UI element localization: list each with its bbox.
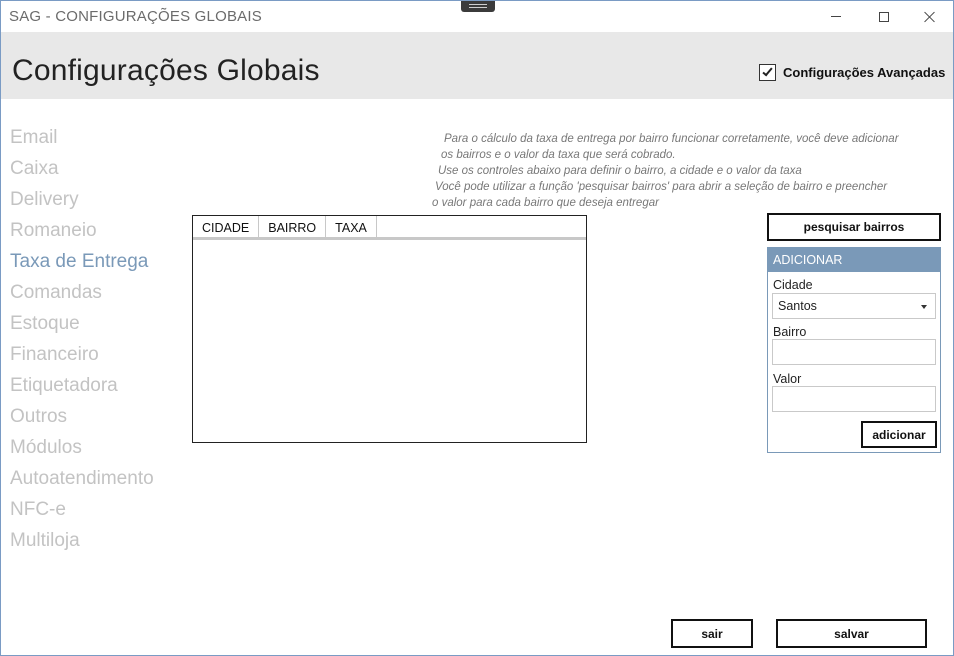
sidebar-item-multiloja[interactable]: Multiloja	[10, 528, 180, 559]
app-window: SAG - CONFIGURAÇÕES GLOBAIS Configuraçõe…	[0, 0, 954, 656]
table-header: CIDADE BAIRRO TAXA	[193, 216, 586, 240]
maximize-icon	[879, 11, 889, 22]
save-button[interactable]: salvar	[776, 619, 927, 648]
sidebar-nav: Email Caixa Delivery Romaneio Taxa de En…	[10, 125, 180, 559]
advanced-settings-label: Configurações Avançadas	[783, 65, 946, 80]
neighborhood-label: Bairro	[773, 325, 807, 339]
help-text: Para o cálculo da taxa de entrega por ba…	[431, 131, 931, 211]
check-icon	[762, 65, 773, 77]
sidebar-item-financeiro[interactable]: Financeiro	[10, 342, 180, 373]
maximize-button[interactable]	[861, 1, 907, 32]
value-label: Valor	[773, 372, 802, 386]
search-neighborhoods-button[interactable]: pesquisar bairros	[767, 213, 941, 241]
exit-button[interactable]: sair	[671, 619, 753, 648]
help-text-line: o valor para cada bairro que deseja entr…	[432, 197, 659, 209]
column-header-cidade[interactable]: CIDADE	[193, 216, 260, 237]
close-button[interactable]	[907, 1, 953, 32]
sidebar-item-outros[interactable]: Outros	[10, 404, 180, 435]
delivery-fee-table[interactable]: CIDADE BAIRRO TAXA	[192, 215, 587, 443]
help-text-line: Use os controles abaixo para definir o b…	[438, 165, 802, 177]
sidebar-item-email[interactable]: Email	[10, 125, 180, 156]
page-header: Configurações Globais Configurações Avan…	[1, 32, 953, 99]
help-text-line: Para o cálculo da taxa de entrega por ba…	[444, 133, 899, 145]
sidebar-item-caixa[interactable]: Caixa	[10, 156, 180, 187]
drag-handle-icon[interactable]	[461, 1, 495, 12]
sidebar-item-nfc-e[interactable]: NFC-e	[10, 497, 180, 528]
minimize-icon	[831, 16, 841, 17]
sidebar-item-delivery[interactable]: Delivery	[10, 187, 180, 218]
minimize-button[interactable]	[813, 1, 859, 32]
column-header-taxa[interactable]: TAXA	[326, 216, 377, 237]
neighborhood-input[interactable]	[772, 339, 936, 365]
title-bar[interactable]: SAG - CONFIGURAÇÕES GLOBAIS	[1, 1, 953, 32]
city-select-value: Santos	[778, 299, 817, 313]
sidebar-item-romaneio[interactable]: Romaneio	[10, 218, 180, 249]
column-header-bairro[interactable]: BAIRRO	[259, 216, 327, 237]
window-title: SAG - CONFIGURAÇÕES GLOBAIS	[9, 8, 262, 25]
sidebar-item-comandas[interactable]: Comandas	[10, 280, 180, 311]
sidebar-item-etiquetadora[interactable]: Etiquetadora	[10, 373, 180, 404]
city-select[interactable]: Santos	[772, 293, 936, 319]
page-title: Configurações Globais	[12, 54, 320, 87]
sidebar-item-modulos[interactable]: Módulos	[10, 435, 180, 466]
advanced-settings-toggle[interactable]: Configurações Avançadas	[759, 64, 945, 81]
advanced-settings-checkbox[interactable]	[759, 64, 776, 81]
close-icon	[924, 11, 936, 23]
city-label: Cidade	[773, 278, 813, 292]
help-text-line: os bairros e o valor da taxa que será co…	[441, 149, 676, 161]
sidebar-item-estoque[interactable]: Estoque	[10, 311, 180, 342]
add-panel: ADICIONAR Cidade Santos Bairro Valor adi…	[767, 247, 941, 453]
value-input[interactable]	[772, 386, 936, 412]
help-text-line: Você pode utilizar a função 'pesquisar b…	[435, 181, 888, 193]
chevron-down-icon	[921, 305, 927, 309]
add-button[interactable]: adicionar	[861, 421, 937, 448]
add-panel-title: ADICIONAR	[768, 248, 940, 272]
sidebar-item-autoatendimento[interactable]: Autoatendimento	[10, 466, 180, 497]
sidebar-item-taxa-de-entrega[interactable]: Taxa de Entrega	[10, 249, 180, 280]
